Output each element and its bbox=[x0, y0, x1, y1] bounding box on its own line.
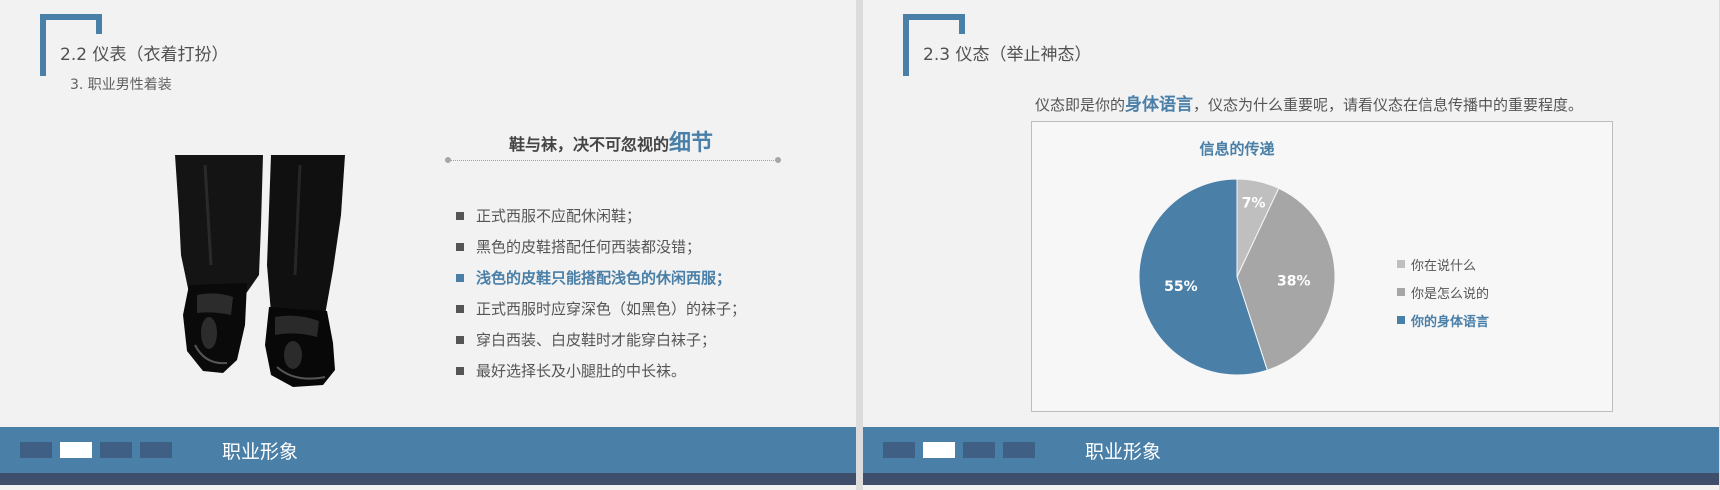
corner-bracket-left bbox=[40, 14, 46, 76]
nav-square-active[interactable] bbox=[923, 442, 955, 458]
intro-suffix: ，仪态为什么重要呢，请看仪态在信息传播中的重要程度。 bbox=[1193, 96, 1584, 114]
nav-square[interactable] bbox=[1003, 442, 1035, 458]
legend-label: 你在说什么 bbox=[1411, 258, 1477, 274]
slide-right: 2.3 仪态（举止神态） 仪态即是你的身体语言，仪态为什么重要呢，请看仪态在信息… bbox=[863, 0, 1719, 490]
bullet-square-icon bbox=[456, 273, 464, 282]
legend-label: 你的身体语言 bbox=[1411, 314, 1490, 330]
pie-data-label: 7% bbox=[1242, 195, 1266, 211]
footer-strip bbox=[0, 473, 856, 485]
bullet-text: 正式西服不应配休闲鞋； bbox=[476, 207, 642, 225]
bullet-square-icon bbox=[456, 211, 464, 220]
pie-data-label: 55% bbox=[1164, 279, 1198, 295]
nav-square-active[interactable] bbox=[60, 442, 92, 458]
slide-left: 2.2 仪表（衣着打扮） 3. 职业男性着装 鞋与袜，决不可忽视的细节 正式西服… bbox=[0, 0, 856, 490]
legend-swatch bbox=[1397, 316, 1405, 324]
bullet-text: 黑色的皮鞋搭配任何西装都没错； bbox=[476, 238, 702, 256]
divider-dot bbox=[775, 157, 781, 163]
corner-bracket-right bbox=[959, 14, 965, 34]
corner-bracket-top bbox=[903, 14, 965, 20]
bullet-item: 正式西服不应配休闲鞋； bbox=[456, 200, 746, 231]
legend-item: 你是怎么说的 bbox=[1397, 278, 1489, 306]
legend-item: 你的身体语言 bbox=[1397, 306, 1489, 334]
intro-text: 仪态即是你的身体语言，仪态为什么重要呢，请看仪态在信息传播中的重要程度。 bbox=[1035, 90, 1583, 115]
bullet-item: 正式西服时应穿深色（如黑色）的袜子； bbox=[456, 293, 746, 324]
headline-text: 鞋与袜，决不可忽视的 bbox=[508, 135, 669, 154]
legend-swatch bbox=[1397, 288, 1405, 296]
nav-square[interactable] bbox=[100, 442, 132, 458]
divider-dot bbox=[445, 157, 451, 163]
section-title: 2.2 仪表（衣着打扮） bbox=[60, 45, 229, 65]
section-subtitle: 3. 职业男性着装 bbox=[70, 77, 172, 93]
bullet-square-icon bbox=[456, 242, 464, 251]
bullet-square-icon bbox=[456, 335, 464, 344]
bullet-text: 穿白西装、白皮鞋时才能穿白袜子； bbox=[476, 331, 717, 349]
chart-legend: 你在说什么 你是怎么说的 你的身体语言 bbox=[1397, 250, 1489, 334]
dress-shoes-image bbox=[175, 155, 345, 387]
legend-label: 你是怎么说的 bbox=[1411, 286, 1490, 302]
intro-prefix: 仪态即是你的 bbox=[1035, 96, 1126, 114]
bullet-item: 浅色的皮鞋只能搭配浅色的休闲西服； bbox=[456, 262, 746, 293]
nav-square[interactable] bbox=[20, 442, 52, 458]
headline-emphasis: 细节 bbox=[669, 131, 714, 156]
bullet-text: 最好选择长及小腿肚的中长袜。 bbox=[476, 362, 687, 380]
intro-emphasis: 身体语言 bbox=[1125, 95, 1194, 115]
footer-label: 职业形象 bbox=[222, 441, 299, 463]
pie-chart-svg: 7% 38% 55% bbox=[1138, 178, 1336, 376]
nav-square[interactable] bbox=[140, 442, 172, 458]
bullet-text: 浅色的皮鞋只能搭配浅色的休闲西服； bbox=[476, 269, 732, 287]
nav-square[interactable] bbox=[883, 442, 915, 458]
legend-swatch bbox=[1397, 260, 1405, 268]
pie-chart: 信息的传递 7% 38% 55% 你在说什么 你是怎么说的 你的身体语言 bbox=[1031, 121, 1613, 412]
bullet-item: 最好选择长及小腿肚的中长袜。 bbox=[456, 355, 746, 386]
footer-strip bbox=[863, 473, 1719, 485]
corner-bracket-top bbox=[40, 14, 102, 20]
corner-bracket-left bbox=[903, 14, 909, 76]
pie-data-label: 38% bbox=[1277, 274, 1311, 290]
headline: 鞋与袜，决不可忽视的细节 bbox=[444, 125, 778, 157]
bullet-square-icon bbox=[456, 366, 464, 375]
bullet-text: 正式西服时应穿深色（如黑色）的袜子； bbox=[476, 300, 747, 318]
nav-square[interactable] bbox=[963, 442, 995, 458]
bullet-item: 黑色的皮鞋搭配任何西装都没错； bbox=[456, 231, 746, 262]
bullet-list: 正式西服不应配休闲鞋； 黑色的皮鞋搭配任何西装都没错； 浅色的皮鞋只能搭配浅色的… bbox=[456, 200, 746, 386]
bullet-square-icon bbox=[456, 304, 464, 313]
divider bbox=[448, 160, 778, 161]
bullet-item: 穿白西装、白皮鞋时才能穿白袜子； bbox=[456, 324, 746, 355]
corner-bracket-right bbox=[96, 14, 102, 34]
legend-item: 你在说什么 bbox=[1397, 250, 1489, 278]
section-title: 2.3 仪态（举止神态） bbox=[923, 45, 1092, 65]
footer-label: 职业形象 bbox=[1085, 441, 1162, 463]
